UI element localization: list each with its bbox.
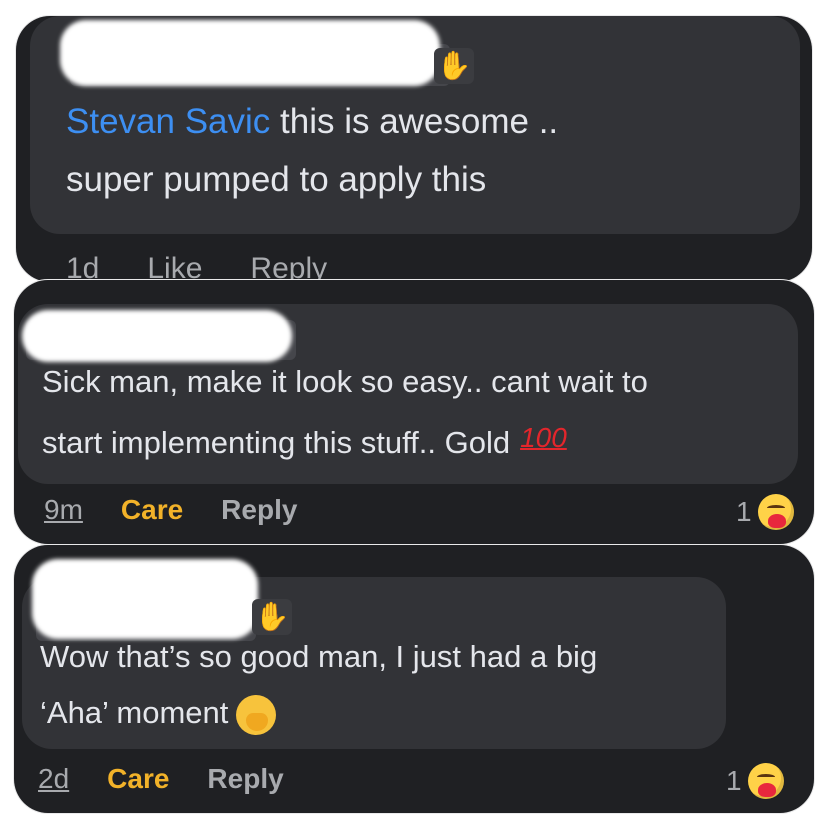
reply-button[interactable]: Reply [207,763,283,795]
comment-card-2: Sick man, make it look so easy.. cant wa… [14,280,814,544]
hand-over-mouth-emoji-icon [236,694,277,735]
timestamp[interactable]: 2d [38,763,69,795]
care-reaction-button[interactable]: Care [107,763,169,795]
comment-line-2-wrap: start implementing this stuff.. Gold 100 [42,410,567,471]
care-emoji-icon [747,763,784,799]
comment-line-2: start implementing this stuff.. Gold [42,425,511,460]
care-reaction-button[interactable]: Care [121,494,183,526]
reaction-summary[interactable]: 1 [726,763,784,799]
wave-icon[interactable]: ✋ [434,48,474,84]
comment-line-1: Sick man, make it look so easy.. cant wa… [42,364,648,399]
reaction-summary[interactable]: 1 [736,494,794,530]
comment-bubble: ✋ Wow that’s so good man, I just had a b… [22,559,726,749]
redaction-mark [32,559,258,639]
comment-actions: 1d Like Reply [66,252,375,282]
reaction-count: 1 [726,765,742,796]
mention-link[interactable]: Stevan Savic [66,102,270,141]
comment-bubble: Sick man, make it look so easy.. cant wa… [18,304,798,484]
comment-line-1: Wow that’s so good man, I just had a big [40,639,598,674]
hundred-points-emoji: 100 [520,422,567,453]
comment-text: Stevan Savic this is awesome .. [66,94,558,150]
comment-card-3: ✋ Wow that’s so good man, I just had a b… [14,545,814,813]
comment-line-2: super pumped to apply this [66,160,487,199]
comment-line-1: this is awesome .. [270,102,559,141]
comment-actions: 2d Care Reply [38,763,284,795]
comment-actions: 9m Care Reply [44,494,297,526]
reaction-count: 1 [736,496,752,527]
like-button[interactable]: Like [147,252,202,282]
comment-line-2: ‘Aha’ moment [40,695,229,730]
comment-card-1: ✋ Stevan Savic this is awesome .. super … [16,16,812,282]
timestamp[interactable]: 1d [66,252,99,282]
reply-button[interactable]: Reply [221,494,297,526]
comment-line-2-wrap: ‘Aha’ moment [40,685,277,741]
comment-bubble: ✋ Stevan Savic this is awesome .. super … [30,16,800,234]
redaction-mark [60,20,440,86]
care-emoji-icon [757,494,794,530]
reply-button[interactable]: Reply [250,252,327,282]
timestamp[interactable]: 9m [44,494,83,526]
